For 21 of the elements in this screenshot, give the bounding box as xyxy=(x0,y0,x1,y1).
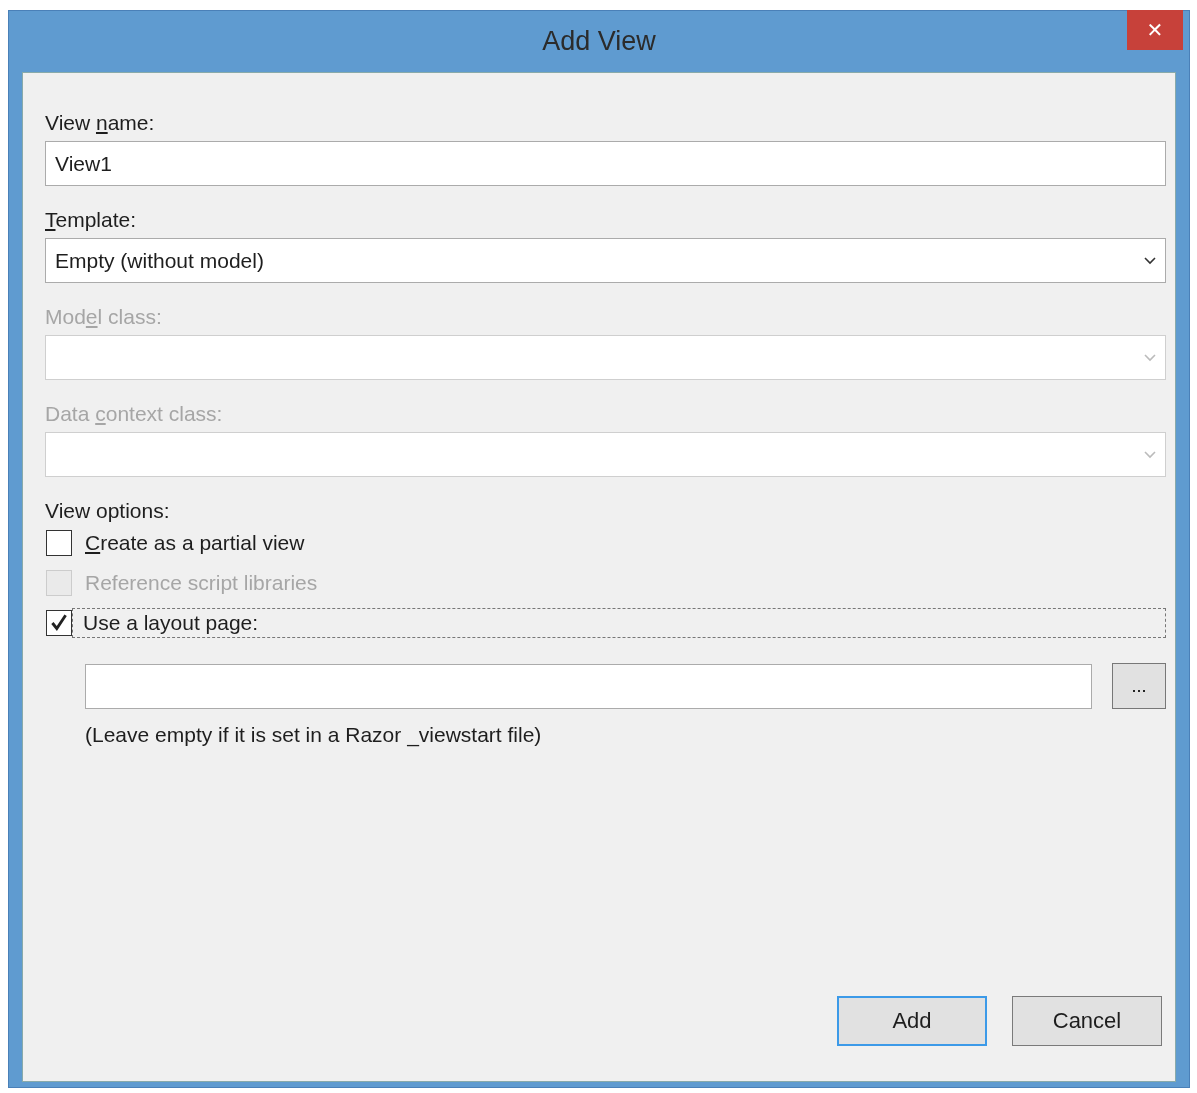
chevron-icon xyxy=(1144,450,1156,459)
text-field[interactable] xyxy=(85,663,1092,709)
checkbox-label[interactable]: Use a layout page: xyxy=(72,608,1166,638)
field-label: View name: xyxy=(45,110,156,136)
cancel-button[interactable]: Cancel xyxy=(1012,996,1162,1046)
chevron-icon xyxy=(1144,256,1156,265)
field-label: Template: xyxy=(45,207,138,233)
text-field[interactable]: View1 xyxy=(45,141,1166,186)
field-label: Data context class: xyxy=(45,401,224,427)
close-button[interactable]: ✕ xyxy=(1127,10,1183,50)
checkbox[interactable] xyxy=(46,530,72,556)
window-title: Add View xyxy=(542,26,656,57)
checkbox[interactable] xyxy=(46,610,72,636)
chevron-icon xyxy=(1144,353,1156,362)
browse-button[interactable]: ... xyxy=(1112,663,1166,709)
add-button[interactable]: Add xyxy=(837,996,987,1046)
checkbox-label[interactable]: Create as a partial view xyxy=(82,528,308,558)
field-label: Model class: xyxy=(45,304,163,330)
section-heading: View options: xyxy=(45,498,171,524)
hint-text: (Leave empty if it is set in a Razor _viewstart file) xyxy=(85,723,543,747)
dropdown-field[interactable]: Empty (without model) xyxy=(45,238,1166,283)
